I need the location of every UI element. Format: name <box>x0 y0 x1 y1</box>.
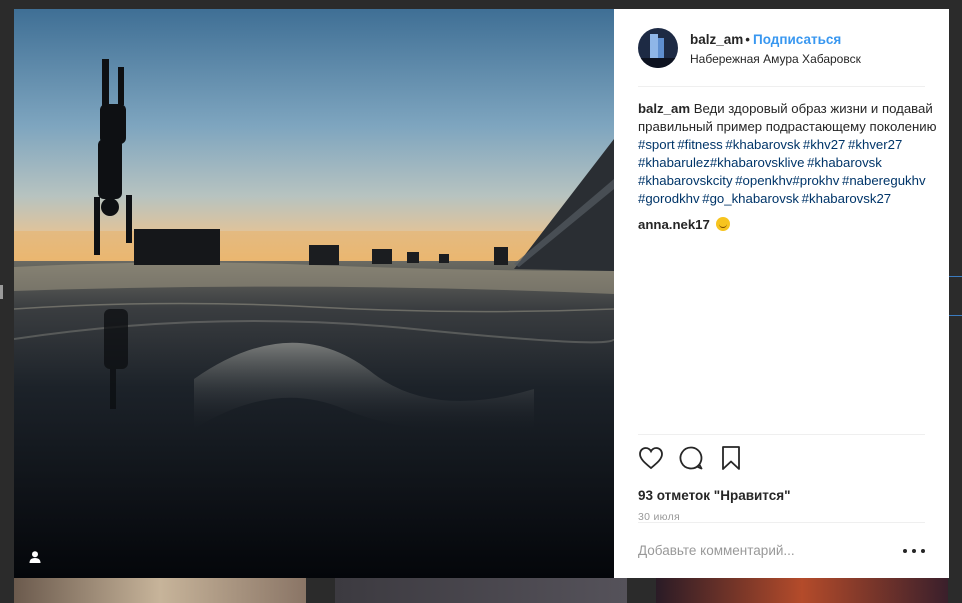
comment-input[interactable] <box>638 543 903 558</box>
post-modal: balz_am • Подписаться Набережная Амура Хаб… <box>14 9 949 578</box>
more-options-icon[interactable] <box>903 544 925 558</box>
background-post-thumbnail[interactable] <box>335 577 627 603</box>
heart-icon <box>639 447 663 470</box>
comment-username-link[interactable]: anna.nek17 <box>638 217 710 232</box>
more-dot <box>903 548 907 553</box>
action-icon-row <box>638 445 925 471</box>
comments-section: balz_am Веди здоровый образ жизни и пода… <box>638 100 937 234</box>
comment-button[interactable] <box>678 445 704 471</box>
username-link[interactable]: balz_am <box>690 32 743 47</box>
post-photo-image <box>14 9 614 578</box>
separator-dot: • <box>745 32 751 47</box>
save-button[interactable] <box>718 445 744 471</box>
location-link[interactable]: Набережная Амура Хабаровск <box>690 52 861 66</box>
smiling-face-emoji <box>715 217 730 231</box>
user-tag-icon[interactable] <box>28 550 42 564</box>
likes-count[interactable]: 93 отметок "Нравится" <box>638 488 925 503</box>
post-header-text: balz_am • Подписаться Набережная Амура Хаб… <box>690 27 861 66</box>
post-header-line: balz_am • Подписаться <box>690 32 861 47</box>
follow-button[interactable]: Подписаться <box>753 32 841 47</box>
caption: balz_am Веди здоровый образ жизни и пода… <box>638 100 937 208</box>
add-comment-bar <box>638 522 925 578</box>
next-post-arrow[interactable] <box>948 276 962 316</box>
post-actions: 93 отметок "Нравится" 30 июля <box>638 434 925 523</box>
post-sidebar: balz_am • Подписаться Набережная Амура Хаб… <box>614 9 949 578</box>
more-dot <box>912 548 916 553</box>
comment-item: anna.nek17 <box>638 216 937 234</box>
more-dot <box>921 548 925 553</box>
caption-username-link[interactable]: balz_am <box>638 101 690 116</box>
like-button[interactable] <box>638 445 664 471</box>
avatar[interactable] <box>638 28 678 68</box>
background-post-thumbnail[interactable] <box>14 577 306 603</box>
post-header: balz_am • Подписаться Набережная Амура Хаб… <box>638 27 925 87</box>
post-photo[interactable] <box>14 9 614 578</box>
comment-bubble-icon <box>679 446 703 470</box>
caption-hashtags[interactable]: #sport #fitness #khabarovsk #khv27 #khve… <box>638 136 937 208</box>
previous-post-arrow[interactable] <box>0 285 3 299</box>
bookmark-icon <box>722 446 740 470</box>
background-post-thumbnail[interactable] <box>656 577 948 603</box>
